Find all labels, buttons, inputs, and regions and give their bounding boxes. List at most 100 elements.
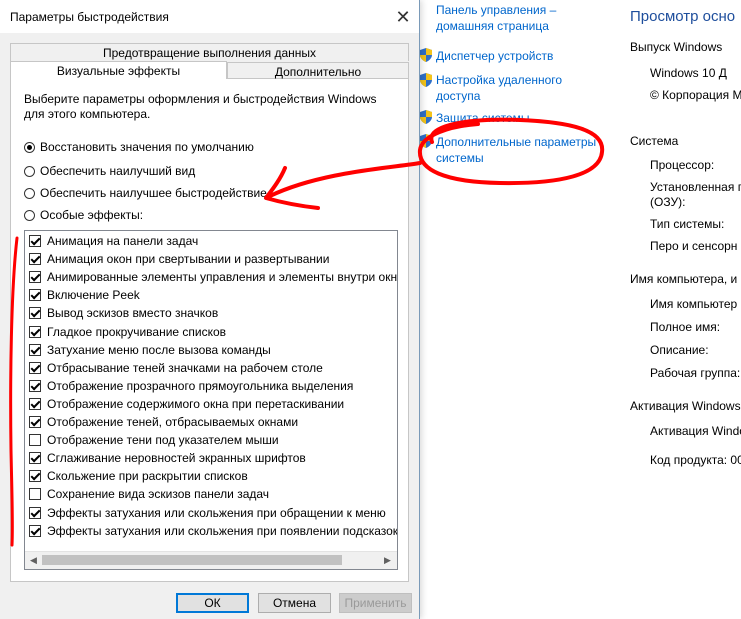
effect-row[interactable]: Эффекты затухания или скольжения при обр… (29, 504, 386, 522)
ok-button[interactable]: ОК (176, 593, 249, 613)
link-system-protection[interactable]: Защита системы (436, 110, 606, 126)
effect-row[interactable]: Сохранение вида эскизов панели задач (29, 485, 269, 503)
system-section-heading: Система (630, 134, 679, 148)
effect-row[interactable]: Эффекты затухания или скольжения при поя… (29, 522, 398, 540)
effect-checkbox[interactable] (29, 397, 41, 410)
effect-label: Сохранение вида эскизов панели задач (47, 487, 270, 502)
effect-checkbox[interactable] (29, 289, 41, 302)
effect-checkbox[interactable] (29, 361, 41, 374)
radio-best-appearance[interactable]: Обеспечить наилучший вид (24, 163, 195, 179)
effect-checkbox[interactable] (29, 325, 41, 338)
effect-row[interactable]: Гладкое прокручивание списков (29, 323, 226, 341)
system-item: Процессор: (650, 158, 715, 172)
effect-checkbox[interactable] (29, 253, 41, 266)
effect-row[interactable]: Вывод эскизов вместо значков (29, 304, 218, 322)
radio-label: Особые эффекты: (40, 208, 144, 222)
effect-checkbox[interactable] (29, 506, 41, 519)
radio-button[interactable] (24, 165, 35, 177)
close-icon[interactable]: ✕ (392, 6, 414, 28)
dialog-titlebar[interactable]: Параметры быстродействия ✕ (0, 0, 419, 33)
effect-row[interactable]: Отображение теней, отбрасываемых окнами (29, 413, 298, 431)
cancel-button[interactable]: Отмена (258, 593, 331, 613)
horizontal-scrollbar[interactable]: ◀ ▶ (25, 551, 397, 569)
effect-row[interactable]: Отображение содержимого окна при перетас… (29, 395, 344, 413)
effect-label: Скольжение при раскрытии списков (47, 469, 248, 484)
computer-name-item: Описание: (650, 343, 709, 357)
edition-item: Windows 10 Д (650, 66, 727, 80)
effect-checkbox[interactable] (29, 416, 41, 428)
effect-row[interactable]: Анимированные элементы управления и элем… (29, 268, 397, 286)
effect-row[interactable]: Затухание меню после вызова команды (29, 341, 271, 359)
effect-checkbox[interactable] (29, 271, 41, 284)
radio-custom[interactable]: Особые эффекты: (24, 207, 143, 223)
effect-checkbox[interactable] (29, 343, 41, 356)
effect-checkbox[interactable] (29, 434, 41, 447)
computer-name-section-heading: Имя компьютера, и (630, 272, 738, 286)
shield-icon (420, 110, 432, 124)
radio-label: Обеспечить наилучшее быстродействие (40, 186, 267, 200)
shield-icon (420, 134, 432, 148)
effect-label: Отображение тени под указателем мыши (47, 433, 279, 448)
effect-checkbox[interactable] (29, 488, 41, 501)
radio-button[interactable] (24, 209, 35, 221)
system-item: Тип системы: (650, 217, 725, 231)
effect-checkbox[interactable] (29, 470, 41, 483)
effect-label: Сглаживание неровностей экранных шрифтов (47, 451, 306, 466)
tab-visual-effects[interactable]: Визуальные эффекты (10, 61, 227, 79)
scrollbar-thumb[interactable] (42, 555, 342, 565)
link-remote-settings[interactable]: Настройка удаленного доступа (436, 72, 606, 104)
link-device-manager[interactable]: Диспетчер устройств (436, 48, 606, 64)
effect-row[interactable]: Отображение тени под указателем мыши (29, 431, 279, 449)
effect-checkbox[interactable] (29, 235, 41, 247)
radio-restore-defaults[interactable]: Восстановить значения по умолчанию (24, 139, 254, 155)
effect-label: Отображение содержимого окна при перетас… (47, 396, 345, 411)
effect-label: Отображение теней, отбрасываемых окнами (47, 415, 299, 429)
effect-row[interactable]: Отображение прозрачного прямоугольника в… (29, 377, 353, 395)
effect-checkbox[interactable] (29, 307, 41, 320)
effect-checkbox[interactable] (29, 452, 41, 465)
effect-checkbox[interactable] (29, 379, 41, 392)
tab-advanced[interactable]: Дополнительно (227, 62, 409, 79)
computer-name-item: Имя компьютер (650, 297, 738, 311)
radio-best-performance[interactable]: Обеспечить наилучшее быстродействие (24, 185, 267, 201)
effect-label: Анимация окон при свертывании и разверты… (47, 252, 330, 267)
link-advanced-system-settings[interactable]: Дополнительные параметры системы (436, 134, 606, 166)
effect-checkbox[interactable] (29, 524, 41, 537)
radio-button[interactable] (24, 187, 35, 199)
computer-name-item: Рабочая группа: (650, 366, 741, 380)
effect-label: Эффекты затухания или скольжения при обр… (47, 505, 386, 520)
edition-section-heading: Выпуск Windows (630, 40, 723, 54)
activation-section-heading: Активация Windows (630, 399, 741, 413)
scroll-right-icon[interactable]: ▶ (384, 555, 391, 566)
radio-button[interactable] (24, 141, 35, 153)
shield-icon (420, 73, 432, 87)
link-control-panel-home[interactable]: Панель управления – домашняя страница (436, 2, 606, 34)
effects-listbox[interactable]: Анимация на панели задач Анимация окон пр… (24, 230, 398, 570)
scroll-left-icon[interactable]: ◀ (30, 555, 37, 566)
shield-icon (420, 48, 432, 62)
dialog-title: Параметры быстродействия (10, 10, 169, 24)
radio-label: Обеспечить наилучший вид (40, 164, 196, 178)
computer-name-item: Полное имя: (650, 320, 721, 334)
effect-label: Отображение прозрачного прямоугольника в… (47, 378, 354, 393)
effect-label: Анимация на панели задач (47, 234, 199, 248)
effect-row[interactable]: Скольжение при раскрытии списков (29, 467, 248, 485)
apply-button[interactable]: Применить (339, 593, 412, 613)
effect-row[interactable]: Отбрасывание теней значками на рабочем с… (29, 359, 323, 377)
activation-item: Активация Windo (650, 424, 741, 438)
effect-label: Отбрасывание теней значками на рабочем с… (47, 360, 323, 375)
system-item: Перо и сенсорн (650, 239, 738, 253)
effect-label: Эффекты затухания или скольжения при поя… (47, 523, 398, 538)
effect-label: Анимированные элементы управления и элем… (47, 270, 398, 285)
effect-row[interactable]: Анимация на панели задач (29, 232, 198, 250)
effect-row[interactable]: Включение Peek (29, 286, 140, 304)
system-item: (ОЗУ): (650, 195, 686, 209)
effect-label: Вывод эскизов вместо значков (47, 306, 219, 321)
effect-row[interactable]: Анимация окон при свертывании и разверты… (29, 250, 329, 268)
performance-options-dialog: Параметры быстродействия ✕ Предотвращени… (0, 0, 420, 619)
edition-item: © Корпорация М (650, 88, 741, 102)
effect-row[interactable]: Сглаживание неровностей экранных шрифтов (29, 449, 306, 467)
activation-item: Код продукта: 00 (650, 453, 741, 467)
tab-data-execution-prevention[interactable]: Предотвращение выполнения данных (10, 43, 409, 61)
effect-label: Гладкое прокручивание списков (47, 324, 227, 339)
